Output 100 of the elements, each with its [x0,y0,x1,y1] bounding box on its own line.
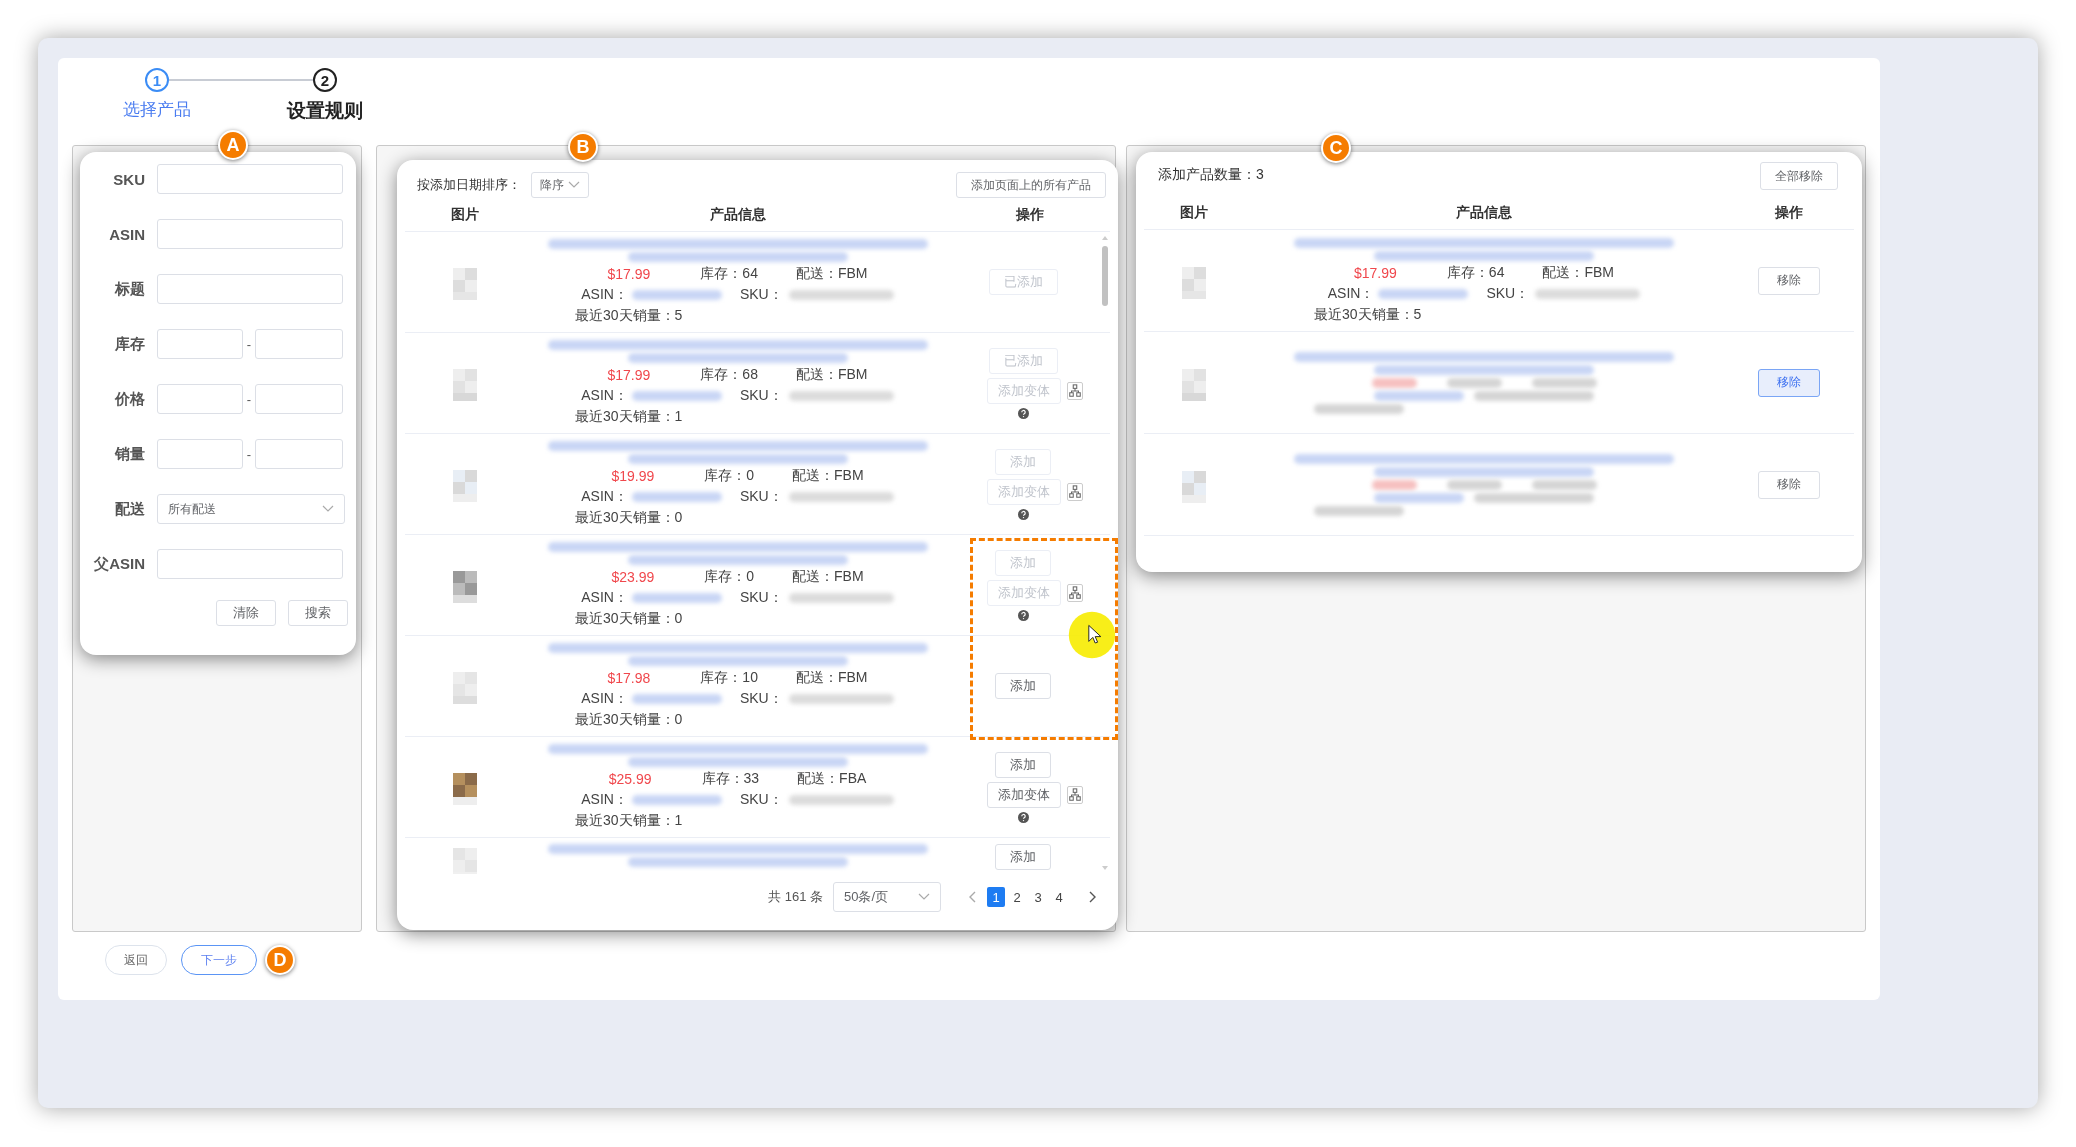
min-field[interactable] [157,384,243,414]
search-button[interactable]: 搜索 [288,600,348,626]
range-separator: - [245,446,253,462]
blurred-title[interactable] [627,353,848,363]
range-separator: - [245,391,253,407]
add-button[interactable]: 添加 [995,673,1051,699]
asin-label: ASIN： [581,488,628,506]
sales-text: 最近30天销量：5 [1314,305,1422,324]
shipping-text: 配送：FBM [1542,263,1614,282]
page-number[interactable]: 2 [1008,887,1026,907]
select-field[interactable]: 所有配送 [157,494,345,524]
help-icon[interactable] [1017,811,1029,823]
asin-label: ASIN： [1327,284,1375,303]
stock-text: 库存：0 [704,467,755,485]
max-field[interactable] [255,439,343,469]
previous-page-icon[interactable] [969,891,977,903]
stock-text: 库存：64 [700,265,758,283]
blurred-title[interactable] [1294,237,1674,248]
min-field[interactable] [157,439,243,469]
text-field[interactable] [157,164,343,194]
column-header: 操作 [1774,203,1804,222]
blurred-title[interactable] [627,656,848,666]
page-number[interactable]: 4 [1050,887,1068,907]
blurred-stock [1446,377,1502,388]
sales-text: 最近30天销量：5 [575,307,683,325]
page-number[interactable]: 1 [987,887,1005,907]
blurred-price [1371,377,1417,388]
blurred-title[interactable] [627,555,848,565]
blurred-title[interactable] [547,744,928,754]
blurred-title[interactable] [547,239,928,249]
blurred-title[interactable] [627,454,848,464]
range-separator: - [245,336,253,352]
text-field[interactable] [157,274,343,304]
blurred-title[interactable] [627,252,848,262]
sku-label: SKU： [739,791,783,809]
sku-label: SKU： [739,387,783,405]
remove-button[interactable]: 移除 [1758,266,1820,295]
sales-text: 最近30天销量：1 [575,408,683,426]
sku-label: SKU： [739,488,783,506]
field-label: ASIN [108,225,145,243]
callout-badge: D [265,945,295,975]
blurred-title[interactable] [627,857,848,867]
clear-button[interactable]: 清除 [216,600,276,626]
remove-button[interactable]: 移除 [1758,368,1820,397]
min-field[interactable] [157,329,243,359]
shipping-text: 配送：FBM [792,467,864,485]
stock-text: 库存：0 [704,568,755,586]
sort-select[interactable]: 降序 [531,172,589,198]
page-size-select[interactable]: 50条/页 [833,882,941,912]
blurred-title[interactable] [547,340,928,350]
callout-badge: B [568,132,598,162]
asin-label: ASIN： [581,286,628,304]
back-button[interactable]: 返回 [105,945,167,975]
sort-label: 按添加日期排序： [417,176,521,194]
blurred-title[interactable] [1294,351,1674,362]
blurred-title[interactable] [1374,250,1594,261]
asin-label: ASIN： [581,791,628,809]
step-number[interactable]: 2 [313,68,337,92]
add-all-button[interactable]: 添加页面上的所有产品 [956,172,1106,198]
max-field[interactable] [255,329,343,359]
hierarchy-icon[interactable] [1067,583,1083,602]
blurred-title[interactable] [1374,466,1594,477]
step-label[interactable]: 设置规则 [265,98,385,124]
blurred-title[interactable] [547,542,928,552]
text-field[interactable] [157,549,343,579]
help-icon[interactable] [1017,407,1029,419]
field-label: 库存 [114,334,145,354]
shipping-text: 配送：FBM [795,366,868,384]
step-label[interactable]: 选择产品 [97,98,217,124]
product-count: 添加产品数量：3 [1158,166,1264,184]
next-button[interactable]: 下一步 [181,945,257,975]
text-field[interactable] [157,219,343,249]
blurred-title[interactable] [1374,364,1594,375]
price: $17.99 [1354,264,1397,281]
add-variant-button[interactable]: 添加变体 [987,781,1061,808]
blurred-title[interactable] [627,757,848,767]
remove-button[interactable]: 移除 [1758,470,1820,499]
help-icon[interactable] [1017,508,1029,520]
help-icon[interactable] [1017,609,1029,621]
blurred-title[interactable] [1294,453,1674,464]
blurred-title[interactable] [547,441,928,451]
max-field[interactable] [255,384,343,414]
hierarchy-icon[interactable] [1067,381,1083,400]
blurred-title[interactable] [547,643,928,653]
page-number[interactable]: 3 [1029,887,1047,907]
add-button[interactable]: 添加 [995,844,1051,870]
blurred-shipping [1531,377,1597,388]
next-page-icon[interactable] [1088,891,1096,903]
callout-badge: C [1321,133,1351,163]
field-label: 价格 [114,389,145,409]
sales-text: 最近30天销量：0 [575,509,683,527]
add-button[interactable]: 添加 [995,751,1051,778]
blurred-title[interactable] [547,844,928,854]
asin-label: ASIN： [581,589,628,607]
chevron-down-icon [568,181,580,189]
hierarchy-icon[interactable] [1067,785,1083,804]
remove-all-button[interactable]: 全部移除 [1760,162,1838,190]
field-label: 父ASIN [93,554,145,574]
sku-label: SKU： [739,690,783,708]
hierarchy-icon[interactable] [1067,482,1083,501]
